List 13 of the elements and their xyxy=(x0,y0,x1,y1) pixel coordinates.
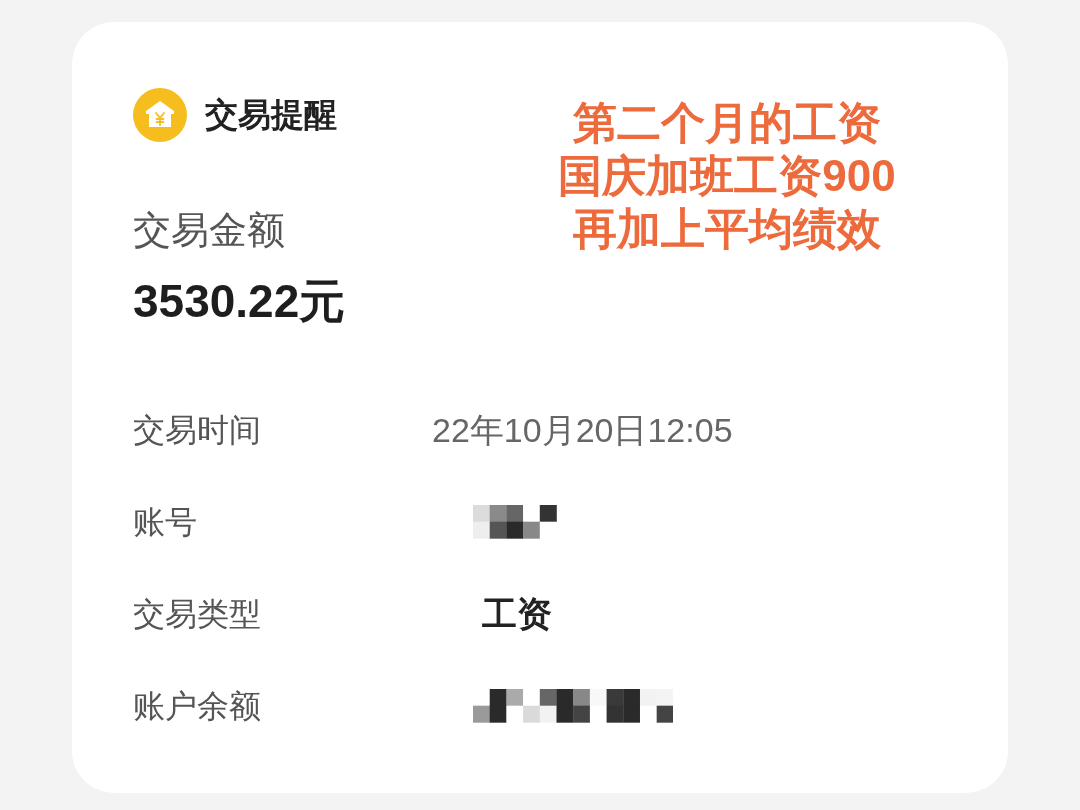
field-label: 交易时间 xyxy=(133,411,262,450)
pixel-mosaic-icon xyxy=(473,689,674,723)
notification-title: 交易提醒 xyxy=(205,95,337,135)
field-label: 账户余额 xyxy=(133,687,262,726)
amount-label: 交易金额 xyxy=(133,208,285,253)
field-value: 22年10月20日12:05 xyxy=(432,409,733,451)
field-label: 账号 xyxy=(133,503,198,542)
field-label: 交易类型 xyxy=(133,595,262,634)
field-value: 工资 xyxy=(482,593,552,636)
amount-value: 3530.22元 xyxy=(133,275,346,327)
annotation-note: 第二个月的工资 国庆加班工资900 再加上平均绩效 xyxy=(557,97,897,255)
pixel-mosaic-icon xyxy=(473,505,557,539)
yen-house-icon xyxy=(133,88,187,142)
